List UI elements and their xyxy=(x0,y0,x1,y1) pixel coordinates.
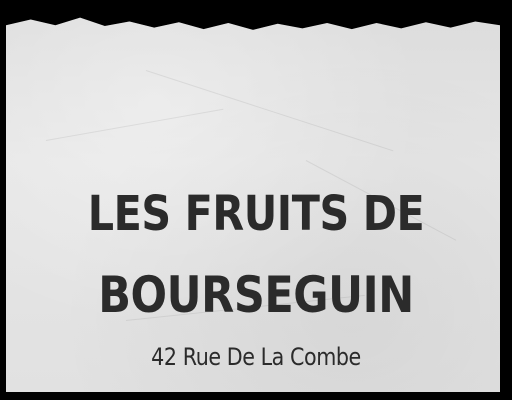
paper-crease xyxy=(145,70,394,152)
paper-crease xyxy=(45,108,224,141)
store-address: 42 Rue De La Combe xyxy=(151,343,361,371)
store-name-line-2: BOURSEGUIN xyxy=(98,266,414,324)
receipt-photo: LES FRUITS DE BOURSEGUIN 42 Rue De La Co… xyxy=(0,0,512,400)
store-name-line-1: LES FRUITS DE xyxy=(87,186,425,242)
